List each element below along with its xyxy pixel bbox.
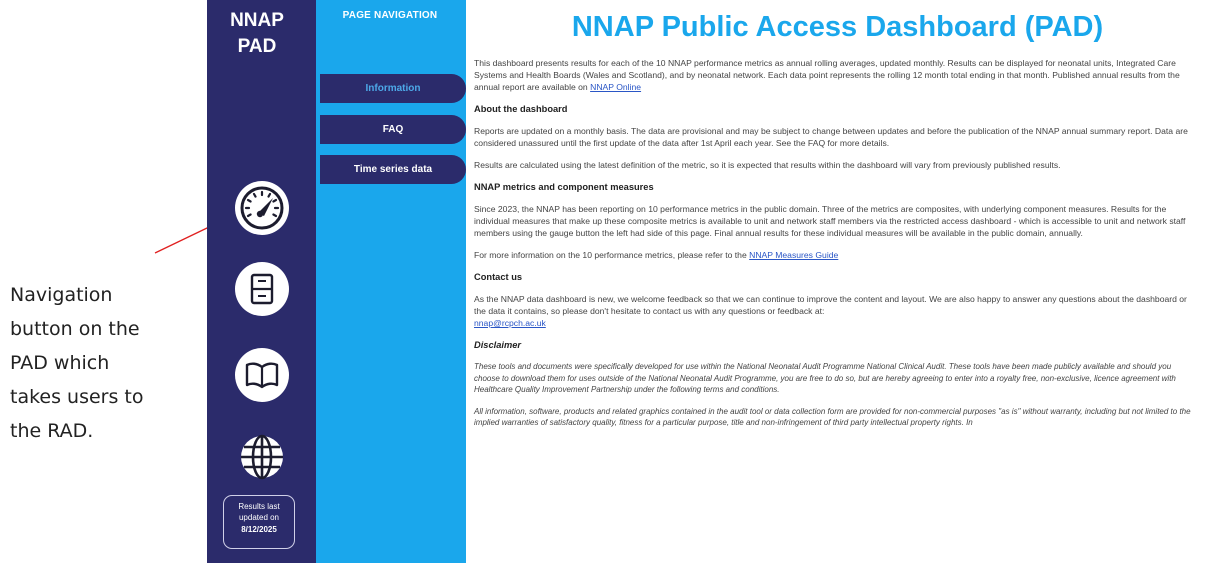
main-body: This dashboard presents results for each… <box>474 57 1199 439</box>
disclaimer-heading: Disclaimer <box>474 340 522 350</box>
contact-paragraph: As the NNAP data dashboard is new, we we… <box>474 293 1199 329</box>
gauge-icon <box>240 186 284 230</box>
annotation-line: PAD which <box>10 352 110 374</box>
nav-item-label: Time series data <box>353 164 433 175</box>
results-updated-box: Results last updated on 8/12/2025 <box>223 495 295 549</box>
metrics-heading: NNAP metrics and component measures <box>474 182 654 192</box>
about-paragraph-2: Results are calculated using the latest … <box>474 160 1061 170</box>
about-paragraph-1: Reports are updated on a monthly basis. … <box>474 126 1188 148</box>
disclaimer-paragraph-1: These tools and documents were specifica… <box>474 362 1176 394</box>
about-heading: About the dashboard <box>474 104 568 114</box>
nav-item-time-series-data[interactable]: Time series data <box>320 155 466 184</box>
results-line1: Results last <box>238 502 280 511</box>
intro-paragraph: This dashboard presents results for each… <box>474 57 1199 93</box>
nav-item-information[interactable]: Information <box>320 74 466 103</box>
main-content: NNAP Public Access Dashboard (PAD) This … <box>468 0 1203 563</box>
app-title-line2: PAD <box>237 36 277 57</box>
annotation-line: takes users to <box>10 386 144 408</box>
globe-button[interactable] <box>235 430 289 484</box>
book-icon <box>245 362 279 389</box>
annotation-line: the RAD. <box>10 420 94 442</box>
metrics-text: For more information on the 10 performan… <box>474 250 747 260</box>
filing-cabinet-icon <box>250 273 274 305</box>
contact-heading: Contact us <box>474 272 523 282</box>
page-navigation-title: PAGE NAVIGATION <box>342 10 438 21</box>
cabinet-button[interactable] <box>235 262 289 316</box>
annotation-line: Navigation <box>10 284 113 306</box>
nav-item-faq[interactable]: FAQ <box>320 115 466 144</box>
book-button[interactable] <box>235 348 289 402</box>
annotation-text: Navigation button on the PAD which takes… <box>10 278 190 448</box>
results-date: 8/12/2025 <box>241 525 277 534</box>
nav-item-label: Information <box>365 83 421 94</box>
nav-item-label: FAQ <box>382 124 404 135</box>
globe-icon <box>241 434 283 480</box>
measures-guide-link[interactable]: NNAP Measures Guide <box>749 250 838 260</box>
intro-text: This dashboard presents results for each… <box>474 58 1180 92</box>
app-logo-title: NNAP PAD <box>207 8 307 60</box>
annotation-line: button on the <box>10 318 140 340</box>
metrics-paragraph-2: For more information on the 10 performan… <box>474 249 1199 261</box>
nnap-online-link[interactable]: NNAP Online <box>590 82 641 92</box>
metrics-paragraph-1: Since 2023, the NNAP has been reporting … <box>474 204 1186 238</box>
contact-text: As the NNAP data dashboard is new, we we… <box>474 294 1187 316</box>
results-line2: updated on <box>238 513 280 522</box>
page-title: NNAP Public Access Dashboard (PAD) <box>571 11 1104 43</box>
disclaimer-paragraph-2: All information, software, products and … <box>474 406 1191 428</box>
app-title-line1: NNAP <box>230 10 284 31</box>
contact-email-link[interactable]: nnap@rcpch.ac.uk <box>474 318 546 328</box>
gauge-button[interactable] <box>235 181 289 235</box>
